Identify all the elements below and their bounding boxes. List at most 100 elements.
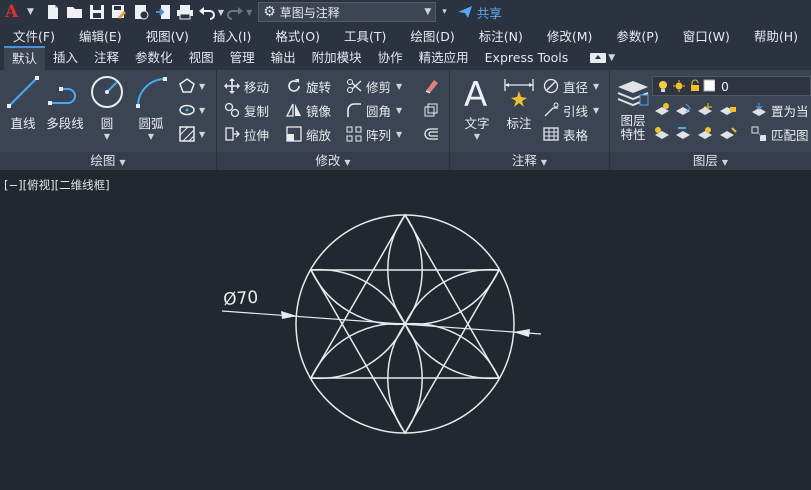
tab-parametric[interactable]: 参数化 [127,46,181,70]
menu-tools[interactable]: 工具(T) [331,26,397,45]
layer-tool-icons-row-2[interactable] [654,126,744,142]
new-file-icon[interactable] [42,2,64,22]
tab-collaborate[interactable]: 协作 [370,46,411,70]
fillet-button[interactable]: 圆角 ▼ [345,100,402,120]
make-current-label[interactable]: 置为当 [771,101,809,120]
rotate-button[interactable]: 旋转 [285,76,331,96]
menu-view[interactable]: 视图(V) [133,26,200,45]
workspace-select[interactable]: ⚙ 草图与注释 ▼ [258,2,437,22]
drawing-canvas[interactable] [0,170,811,490]
polygon-icon [178,77,196,95]
diameter-label: 直径 [563,79,589,95]
menu-file[interactable]: 文件(F) [0,26,66,45]
diameter-button[interactable]: 直径 ▼ [542,76,599,96]
layers-panel-title[interactable]: 图层 ▼ [610,152,811,170]
save-icon[interactable] [86,2,108,22]
undo-icon[interactable] [196,2,218,22]
menu-window[interactable]: 窗口(W) [670,26,741,45]
chevron-down-icon: ▼ [593,81,600,91]
match-layer-label[interactable]: 匹配图 [771,125,809,144]
tab-default[interactable]: 默认 [4,46,46,70]
open-web-icon[interactable] [130,2,152,22]
layer-properties-label-2: 特性 [620,127,646,142]
tab-annotate[interactable]: 注释 [86,46,127,70]
diameter-dimension-text[interactable]: Ø70 [223,288,259,310]
menu-parametric[interactable]: 参数(P) [603,26,669,45]
share-button[interactable]: 共享 [457,3,502,22]
draw-panel-title[interactable]: 绘图 ▼ [0,152,216,170]
diameter-dimension-line[interactable] [221,310,542,335]
tab-output[interactable]: 输出 [263,46,304,70]
layer-dropdown[interactable]: 0 [652,76,811,96]
circle-button[interactable]: 圆 ▼ [86,74,128,142]
text-button[interactable]: A 文字 ▼ [456,74,498,142]
offset-button[interactable] [422,124,443,144]
layer-tools-row-1: 置为当 [654,100,809,120]
annotation-panel-title[interactable]: 注释 ▼ [450,152,609,170]
menu-dimension[interactable]: 标注(N) [466,26,534,45]
menu-help[interactable]: 帮助(H) [741,26,809,45]
menu-draw[interactable]: 绘图(D) [397,26,465,45]
app-menu-caret-icon[interactable]: ▼ [27,7,34,17]
current-layer-name: 0 [721,78,729,94]
ribbon-minimize-button[interactable]: ▼ [590,51,615,65]
dimension-arrow-right [513,329,530,337]
menu-modify[interactable]: 修改(M) [534,26,604,45]
tab-featured-apps[interactable]: 精选应用 [411,46,477,70]
app-logo-icon[interactable]: A [5,2,25,22]
dimension-icon [504,79,534,107]
arc-caret-icon[interactable]: ▼ [130,132,172,142]
layer-tool-icons-row-1[interactable] [654,102,744,118]
modify-panel-title[interactable]: 修改 ▼ [217,152,449,170]
open-folder-icon[interactable] [64,2,86,22]
ellipse-button[interactable]: ▼ [178,100,205,120]
tab-addins[interactable]: 附加模块 [304,46,370,70]
array-icon [345,125,363,143]
explode-button[interactable] [422,100,443,120]
hatch-button[interactable]: ▼ [178,124,205,144]
layer-properties-button[interactable]: 图层 特性 [612,74,654,142]
circle-caret-icon[interactable]: ▼ [86,132,128,142]
make-current-icon [750,101,768,119]
line-button[interactable]: 直线 [2,74,44,132]
redo-caret-icon[interactable]: ▼ [246,8,252,17]
polyline-button[interactable]: 多段线 [43,74,87,132]
scale-button[interactable]: 缩放 [285,124,331,144]
array-button[interactable]: 阵列 ▼ [345,124,402,144]
import-icon[interactable] [152,2,174,22]
erase-button[interactable] [422,76,443,96]
copy-button[interactable]: 复制 [223,100,269,120]
polyline-label: 多段线 [46,116,84,131]
draw-panel: 直线 多段线 圆 ▼ 圆弧 ▼ ▼ ▼ ▼ 绘图 ▼ [0,70,217,170]
chevron-down-icon: ▼ [344,158,351,167]
hatch-icon [178,125,196,143]
upward-triangle[interactable] [309,213,501,379]
menu-edit[interactable]: 编辑(E) [66,26,133,45]
rotate-label: 旋转 [306,79,332,95]
redo-icon[interactable] [224,2,246,22]
stretch-icon [223,125,241,143]
leader-label: 引线 [563,103,589,119]
stretch-button[interactable]: 拉伸 [223,124,269,144]
polygon-button[interactable]: ▼ [178,76,205,96]
tab-manage[interactable]: 管理 [222,46,263,70]
save-as-icon[interactable] [108,2,130,22]
tab-view[interactable]: 视图 [181,46,222,70]
text-caret-icon[interactable]: ▼ [456,132,498,142]
drawing-viewport[interactable]: [−][俯视][二维线框] Ø70 [0,170,811,490]
menu-insert[interactable]: 插入(I) [200,26,262,45]
downward-triangle[interactable] [309,269,501,435]
mirror-button[interactable]: 镜像 [285,100,331,120]
svg-text:A: A [464,75,487,109]
dimension-button[interactable]: 标注 [498,74,540,132]
menu-format[interactable]: 格式(O) [262,26,331,45]
tab-insert[interactable]: 插入 [45,46,86,70]
customize-caret-icon[interactable]: ▾ [442,7,447,17]
trim-button[interactable]: 修剪 ▼ [345,76,402,96]
print-icon[interactable] [174,2,196,22]
table-button[interactable]: 表格 [542,124,588,144]
arc-button[interactable]: 圆弧 ▼ [130,74,172,142]
leader-button[interactable]: 引线 ▼ [542,100,599,120]
move-button[interactable]: 移动 [223,76,269,96]
tab-express-tools[interactable]: Express Tools [477,46,577,70]
